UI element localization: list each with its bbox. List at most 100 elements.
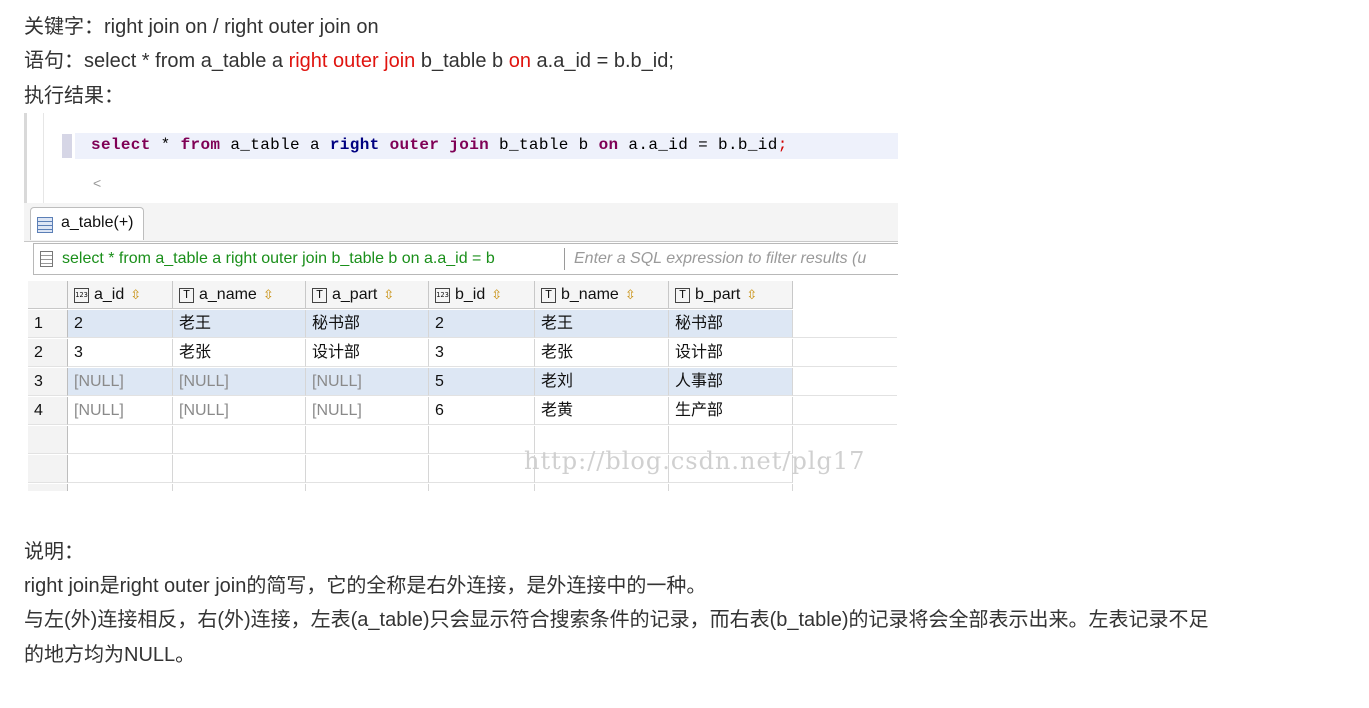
tab-a-table[interactable]: a_table(+): [30, 207, 144, 240]
table-cell[interactable]: [NULL]: [173, 397, 306, 425]
filter-query-text: select * from a_table a right outer join…: [62, 250, 495, 267]
filter-input[interactable]: Enter a SQL expression to filter results…: [574, 250, 866, 268]
keyword-line: 关键字：right join on / right outer join on: [24, 14, 379, 40]
sql-keyword: join: [449, 136, 490, 154]
empty-cell: [306, 426, 429, 454]
sql-keyword: on: [598, 136, 619, 154]
table-cell[interactable]: 老王: [173, 310, 306, 338]
column-header-b-id[interactable]: 123 b_id ⇳: [429, 281, 535, 309]
column-header-b-part[interactable]: Tb_part ⇳: [669, 281, 793, 309]
empty-cell: [793, 368, 897, 396]
table-cell[interactable]: 老刘: [535, 368, 669, 396]
sql-text: b_table b: [489, 136, 599, 154]
row-number-empty: [28, 484, 68, 491]
empty-cell: [429, 426, 535, 454]
empty-cell: [669, 484, 793, 491]
table-cell[interactable]: 老王: [535, 310, 669, 338]
row-number-empty: [28, 455, 68, 483]
scroll-left-arrow-icon[interactable]: <: [93, 175, 101, 191]
table-cell[interactable]: [NULL]: [173, 368, 306, 396]
table-cell[interactable]: 3: [68, 339, 173, 367]
editor-gutter: [27, 113, 44, 203]
column-header-a-part[interactable]: Ta_part ⇳: [306, 281, 429, 309]
table-cell[interactable]: 人事部: [669, 368, 793, 396]
column-header-label: a_part: [332, 286, 378, 304]
statement-text: select * from a_table a: [84, 50, 289, 72]
empty-cell: [793, 397, 897, 425]
filter-separator: [564, 248, 565, 270]
statement-keyword-join: right outer join: [288, 50, 416, 72]
sort-icon[interactable]: ⇳: [130, 281, 141, 309]
row-number-empty: [28, 426, 68, 454]
statement-keyword-on: on: [508, 50, 531, 72]
number-type-icon: 123: [74, 287, 89, 303]
text-type-icon: T: [312, 287, 327, 303]
table-icon: [37, 217, 53, 233]
column-header-a-id[interactable]: 123 a_id ⇳: [68, 281, 173, 309]
table-cell[interactable]: [NULL]: [68, 368, 173, 396]
empty-cell: [68, 455, 173, 483]
table-cell[interactable]: 2: [68, 310, 173, 338]
column-header-label: a_name: [199, 286, 257, 304]
sort-icon[interactable]: ⇳: [263, 281, 274, 309]
statement-label: 语句：: [24, 50, 84, 72]
empty-cell: [306, 484, 429, 491]
empty-cell: [173, 426, 306, 454]
grid-corner[interactable]: [28, 281, 68, 309]
watermark: http://blog.csdn.net/plg17: [524, 447, 866, 475]
notes-line-1: right join是right outer join的简写，它的全称是右外连接…: [24, 575, 707, 597]
column-header-b-name[interactable]: Tb_name ⇳: [535, 281, 669, 309]
sql-keyword: select: [91, 136, 151, 154]
table-cell[interactable]: 设计部: [306, 339, 429, 367]
number-type-icon: 123: [435, 287, 450, 303]
editor-sql[interactable]: select * from a_table a right outer join…: [91, 136, 788, 154]
table-cell[interactable]: 秘书部: [306, 310, 429, 338]
text-type-icon: T: [675, 287, 690, 303]
sort-icon[interactable]: ⇳: [383, 281, 394, 309]
empty-cell: [429, 484, 535, 491]
row-number[interactable]: 2: [28, 339, 68, 367]
empty-cell: [173, 484, 306, 491]
table-cell[interactable]: 老张: [173, 339, 306, 367]
table-cell[interactable]: [NULL]: [306, 368, 429, 396]
table-cell[interactable]: 2: [429, 310, 535, 338]
sort-icon[interactable]: ⇳: [491, 281, 502, 309]
sql-editor[interactable]: select * from a_table a right outer join…: [24, 113, 898, 203]
table-cell[interactable]: 老张: [535, 339, 669, 367]
filter-bar: select * from a_table a right outer join…: [33, 243, 898, 275]
table-cell[interactable]: [NULL]: [68, 397, 173, 425]
column-header-label: b_part: [695, 286, 741, 304]
table-cell[interactable]: 老黄: [535, 397, 669, 425]
row-number[interactable]: 4: [28, 397, 68, 425]
notes-line-2: 与左(外)连接相反，右(外)连接，左表(a_table)只会显示符合搜索条件的记…: [24, 609, 1209, 631]
sort-icon[interactable]: ⇳: [746, 281, 757, 309]
tab-label: a_table(+): [61, 214, 134, 231]
row-number[interactable]: 3: [28, 368, 68, 396]
table-cell[interactable]: 5: [429, 368, 535, 396]
column-header-label: b_id: [455, 286, 486, 304]
empty-cell: [793, 339, 897, 367]
keyword-label: 关键字：: [24, 16, 104, 38]
keywords: right join on / right outer join on: [104, 16, 379, 38]
sql-keyword: from: [180, 136, 221, 154]
empty-cell: [535, 484, 669, 491]
statement-text: a.a_id = b.b_id;: [530, 50, 674, 72]
column-header-label: b_name: [561, 286, 619, 304]
empty-cell: [68, 426, 173, 454]
table-cell[interactable]: 设计部: [669, 339, 793, 367]
current-line-marker: [62, 134, 72, 158]
empty-cell: [306, 455, 429, 483]
table-cell[interactable]: 生产部: [669, 397, 793, 425]
sort-icon[interactable]: ⇳: [625, 281, 636, 309]
table-cell[interactable]: 6: [429, 397, 535, 425]
column-header-a-name[interactable]: Ta_name ⇳: [173, 281, 306, 309]
row-number[interactable]: 1: [28, 310, 68, 338]
sql-keyword: outer: [379, 136, 450, 154]
table-cell[interactable]: 秘书部: [669, 310, 793, 338]
statement-line: 语句：select * from a_table a right outer j…: [24, 48, 674, 74]
table-cell[interactable]: 3: [429, 339, 535, 367]
empty-cell: [793, 310, 897, 338]
table-cell[interactable]: [NULL]: [306, 397, 429, 425]
text-type-icon: T: [179, 287, 194, 303]
empty-cell: [429, 455, 535, 483]
